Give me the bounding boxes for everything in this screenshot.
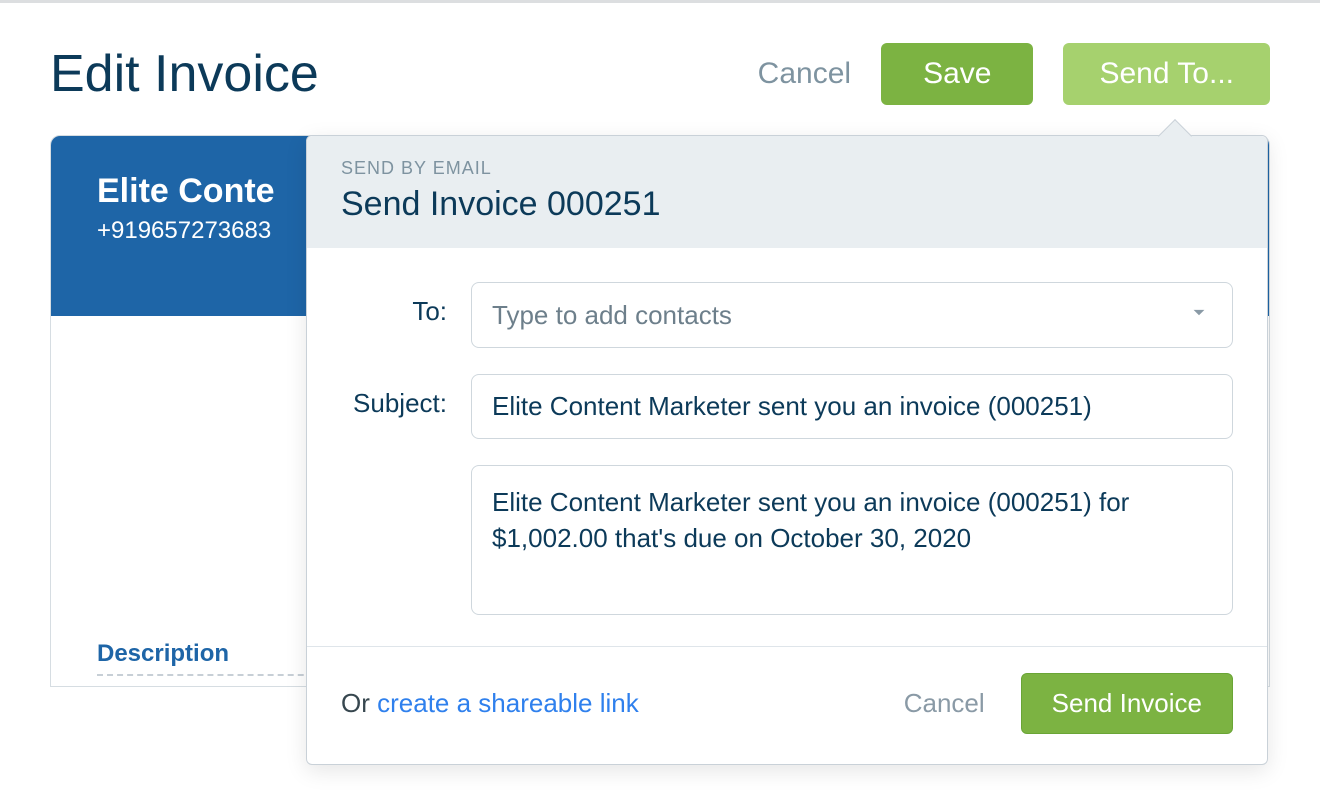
footer-left: Or create a shareable link xyxy=(341,688,639,719)
body-field-wrapper xyxy=(471,465,1233,620)
popover-title: Send Invoice 000251 xyxy=(341,185,1233,224)
popover-body: To: Subject: xyxy=(307,248,1267,646)
create-shareable-link[interactable]: create a shareable link xyxy=(377,688,639,718)
popover-eyebrow: SEND BY EMAIL xyxy=(341,158,1233,179)
send-to-button[interactable]: Send To... xyxy=(1063,43,1270,105)
to-field-wrapper xyxy=(471,282,1233,348)
to-input[interactable] xyxy=(492,300,1186,331)
footer-or-text: Or xyxy=(341,688,377,718)
form-row-body xyxy=(341,465,1233,620)
send-popover: SEND BY EMAIL Send Invoice 000251 To: Su… xyxy=(306,135,1268,765)
popover-footer: Or create a shareable link Cancel Send I… xyxy=(307,646,1267,764)
body-textarea[interactable] xyxy=(471,465,1233,615)
send-invoice-button[interactable]: Send Invoice xyxy=(1021,673,1233,734)
content-area: Elite Conte +919657273683 Description SE… xyxy=(0,135,1320,687)
save-button[interactable]: Save xyxy=(881,43,1033,105)
header-actions: Cancel Save Send To... xyxy=(758,43,1270,105)
form-row-to: To: xyxy=(341,282,1233,348)
popover-header: SEND BY EMAIL Send Invoice 000251 xyxy=(307,136,1267,248)
cancel-button[interactable]: Cancel xyxy=(758,57,851,91)
subject-label: Subject: xyxy=(341,374,471,419)
popover-cancel-button[interactable]: Cancel xyxy=(904,688,985,719)
chevron-down-icon[interactable] xyxy=(1186,299,1212,331)
to-label: To: xyxy=(341,282,471,327)
footer-right: Cancel Send Invoice xyxy=(904,673,1233,734)
form-row-subject: Subject: xyxy=(341,374,1233,439)
page-header: Edit Invoice Cancel Save Send To... xyxy=(0,3,1320,135)
to-input-box[interactable] xyxy=(471,282,1233,348)
subject-field-wrapper xyxy=(471,374,1233,439)
body-label-spacer xyxy=(341,465,471,479)
page-title: Edit Invoice xyxy=(50,44,319,104)
subject-input[interactable] xyxy=(492,391,1212,422)
subject-input-box[interactable] xyxy=(471,374,1233,439)
